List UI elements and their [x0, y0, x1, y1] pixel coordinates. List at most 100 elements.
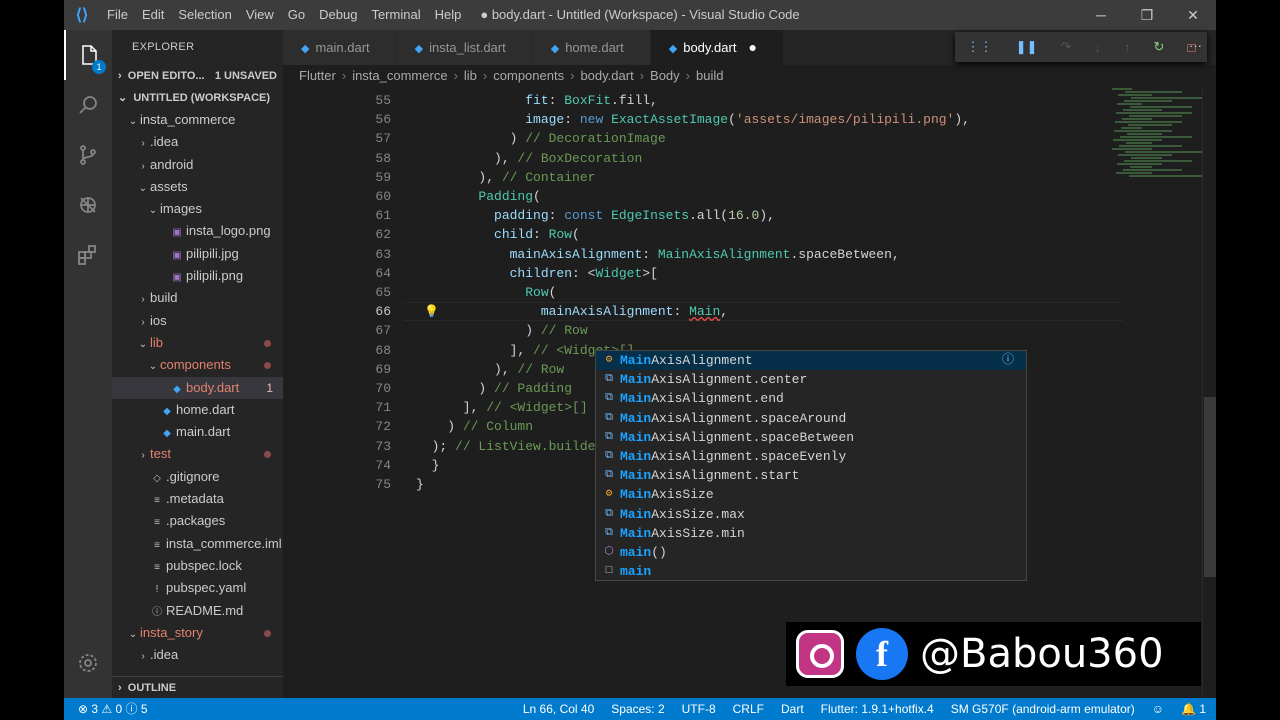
breadcrumb-item[interactable]: build: [696, 68, 723, 83]
editor-scrollbar[interactable]: [1202, 87, 1216, 698]
suggestion-item[interactable]: ⚙ MainAxisSize: [596, 485, 1026, 504]
suggestion-item[interactable]: ⧉ MainAxisSize.max: [596, 505, 1026, 524]
code-line[interactable]: Row(: [416, 283, 556, 302]
suggestion-item[interactable]: ⧉ MainAxisAlignment.spaceAround: [596, 409, 1026, 428]
code-line[interactable]: ) // Column: [416, 417, 533, 436]
code-line[interactable]: child: Row(: [416, 225, 580, 244]
tree-item[interactable]: › ios: [112, 310, 283, 332]
gear-icon[interactable]: [64, 638, 112, 688]
code-line[interactable]: ), // Row: [416, 360, 564, 379]
step-out-icon[interactable]: ↑: [1124, 40, 1131, 55]
minimap[interactable]: [1112, 87, 1202, 207]
menu-help[interactable]: Help: [428, 0, 469, 30]
tree-item[interactable]: ◆ main.dart: [112, 421, 283, 443]
breadcrumb-item[interactable]: insta_commerce: [352, 68, 447, 83]
code-line[interactable]: padding: const EdgeInsets.all(16.0),: [416, 206, 775, 225]
tree-item[interactable]: › .idea: [112, 644, 283, 666]
unsaved-dot-icon[interactable]: ●: [748, 39, 756, 55]
code-line[interactable]: mainAxisAlignment: Main,: [416, 302, 728, 321]
code-line[interactable]: ) // Padding: [416, 379, 572, 398]
more-actions-icon[interactable]: ···: [1189, 38, 1202, 53]
minimize-icon[interactable]: ─: [1078, 0, 1124, 30]
problems-indicator[interactable]: ⊗ 3 ⚠ 0 ⓘ 5: [78, 698, 148, 720]
menu-edit[interactable]: Edit: [135, 0, 171, 30]
extensions-icon[interactable]: [64, 230, 112, 280]
tree-item[interactable]: ⓘ README.md: [112, 600, 283, 622]
tree-item[interactable]: ⌄ components: [112, 354, 283, 376]
menu-terminal[interactable]: Terminal: [364, 0, 427, 30]
breadcrumb-item[interactable]: Body: [650, 68, 680, 83]
pause-icon[interactable]: ❚❚: [1016, 39, 1038, 55]
code-line[interactable]: children: <Widget>[: [416, 264, 658, 283]
code-line[interactable]: ), // BoxDecoration: [416, 149, 642, 168]
breadcrumb-item[interactable]: components: [493, 68, 564, 83]
restore-icon[interactable]: ❐: [1124, 0, 1170, 30]
code-line[interactable]: }: [416, 475, 424, 494]
files-icon[interactable]: 1: [64, 30, 112, 80]
menu-selection[interactable]: Selection: [171, 0, 238, 30]
menu-file[interactable]: File: [100, 0, 135, 30]
code-line[interactable]: ); // ListView.builder: [416, 437, 604, 456]
menu-view[interactable]: View: [239, 0, 281, 30]
search-icon[interactable]: [64, 80, 112, 130]
flutter-version[interactable]: Flutter: 1.9.1+hotfix.4: [821, 698, 934, 720]
tree-item[interactable]: ◆ body.dart 1: [112, 376, 283, 399]
tree-item[interactable]: ◇ .gitignore: [112, 466, 283, 488]
tree-item[interactable]: ! pubspec.yaml: [112, 577, 283, 599]
code-line[interactable]: ], // <Widget>[]: [416, 398, 588, 417]
code-line[interactable]: }: [416, 456, 440, 475]
tree-item[interactable]: › build: [112, 287, 283, 309]
tree-item[interactable]: › test: [112, 443, 283, 465]
tree-item[interactable]: ◆ home.dart: [112, 399, 283, 421]
open-editors-section[interactable]: › OPEN EDITO... 1 UNSAVED: [112, 65, 283, 87]
suggestion-item[interactable]: ⧉ MainAxisAlignment.center: [596, 370, 1026, 389]
suggestion-item[interactable]: ⧉ MainAxisAlignment.start: [596, 466, 1026, 485]
code-line[interactable]: Padding(: [416, 187, 540, 206]
suggestion-item[interactable]: ⧉ MainAxisAlignment.spaceBetween: [596, 428, 1026, 447]
tree-item[interactable]: ≡ .metadata: [112, 488, 283, 510]
code-line[interactable]: mainAxisAlignment: MainAxisAlignment.spa…: [416, 245, 900, 264]
workspace-section[interactable]: ⌄ UNTITLED (WORKSPACE): [112, 87, 283, 109]
suggestion-item[interactable]: ⧉ MainAxisSize.min: [596, 524, 1026, 543]
tree-item[interactable]: ⌄ insta_commerce: [112, 109, 283, 131]
feedback-icon[interactable]: ☺: [1152, 698, 1164, 720]
close-icon[interactable]: ✕: [1170, 0, 1216, 30]
tree-item[interactable]: ≡ .packages: [112, 510, 283, 532]
tab-body-dart[interactable]: ◆ body.dart ●: [650, 30, 784, 65]
tree-item[interactable]: › android: [112, 154, 283, 176]
breadcrumb-item[interactable]: Flutter: [299, 68, 336, 83]
breadcrumb-item[interactable]: lib: [464, 68, 477, 83]
code-line[interactable]: ) // Row: [416, 321, 587, 340]
code-line[interactable]: ), // Container: [416, 168, 595, 187]
step-over-icon[interactable]: ↷: [1060, 39, 1071, 55]
tab-main-dart[interactable]: ◆ main.dart: [283, 30, 397, 65]
suggestion-item[interactable]: ⚙ MainAxisAlignment ⓘ: [596, 351, 1026, 371]
language-mode[interactable]: Dart: [781, 698, 804, 720]
indentation[interactable]: Spaces: 2: [611, 698, 664, 720]
scroll-thumb[interactable]: [1204, 397, 1216, 577]
menu-debug[interactable]: Debug: [312, 0, 364, 30]
device-selector[interactable]: SM G570F (android-arm emulator): [951, 698, 1135, 720]
step-into-icon[interactable]: ↓: [1094, 40, 1101, 55]
code-line[interactable]: image: new ExactAssetImage('assets/image…: [416, 110, 970, 129]
code-line[interactable]: fit: BoxFit.fill,: [416, 91, 658, 110]
tree-item[interactable]: ⌄ insta_story: [112, 622, 283, 644]
menu-go[interactable]: Go: [281, 0, 312, 30]
code-line[interactable]: ) // DecorationImage: [416, 129, 666, 148]
tree-item[interactable]: ▣ insta_logo.png: [112, 220, 283, 242]
tree-item[interactable]: › .idea: [112, 131, 283, 153]
debug-icon[interactable]: [64, 180, 112, 230]
tree-item[interactable]: ⌄ lib: [112, 332, 283, 354]
drag-icon[interactable]: ⋮⋮: [967, 39, 993, 55]
tree-item[interactable]: ≡ pubspec.lock: [112, 555, 283, 577]
outline-section[interactable]: › OUTLINE: [112, 676, 283, 698]
info-icon[interactable]: ⓘ: [1002, 351, 1014, 370]
tree-item[interactable]: ▣ pilipili.jpg: [112, 243, 283, 265]
cursor-position[interactable]: Ln 66, Col 40: [523, 698, 594, 720]
tree-item[interactable]: ⌄ images: [112, 198, 283, 220]
suggestion-item[interactable]: ⧉ MainAxisAlignment.end: [596, 389, 1026, 408]
tab-insta_list-dart[interactable]: ◆ insta_list.dart: [396, 30, 533, 65]
suggestion-item[interactable]: □ main: [596, 562, 1026, 581]
suggestion-item[interactable]: ⬡ main(): [596, 543, 1026, 562]
restart-icon[interactable]: ↻: [1154, 39, 1165, 55]
